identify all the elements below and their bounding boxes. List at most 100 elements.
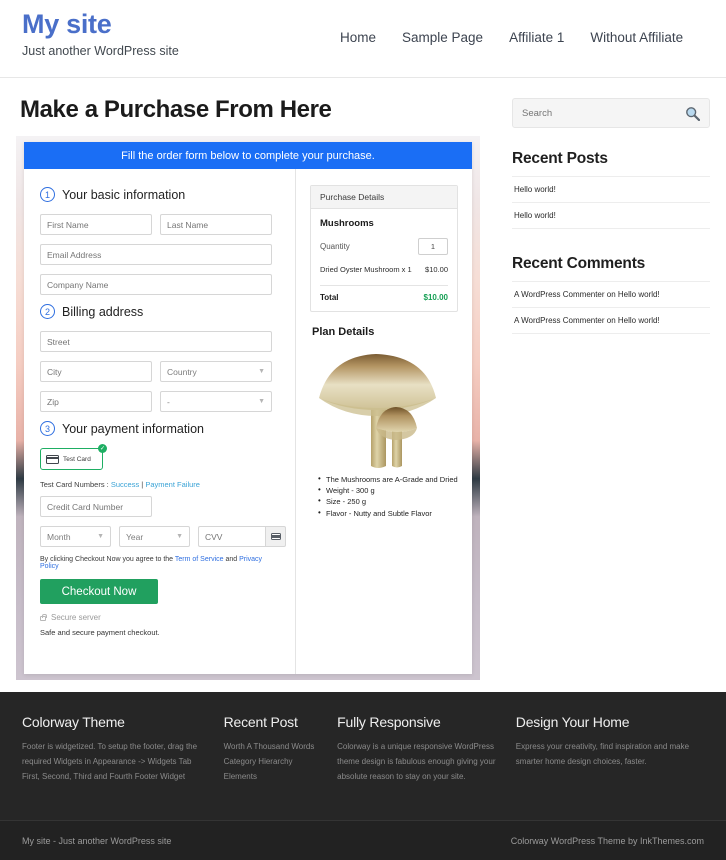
order-form-background: Fill the order form below to complete yo…: [16, 136, 480, 680]
recent-comment-item[interactable]: A WordPress Commenter on Hello world!: [512, 281, 710, 307]
credit-card-icon: [270, 533, 281, 540]
secure-server-note: Secure server: [40, 613, 279, 622]
secure-server-label: Secure server: [51, 613, 101, 622]
step-1-number: 1: [40, 187, 55, 202]
nav-item-affiliate-1[interactable]: Affiliate 1: [509, 30, 564, 45]
step-3-number: 3: [40, 421, 55, 436]
terms-mid: and: [223, 556, 240, 563]
site-header: My site Just another WordPress site Home…: [0, 0, 726, 78]
step-3-label: Your payment information: [62, 421, 204, 436]
order-form-card: Fill the order form below to complete yo…: [24, 142, 472, 674]
country-select-value: Country: [167, 366, 197, 377]
recent-post-item[interactable]: Hello world!: [512, 176, 710, 202]
footer-column-title: Design Your Home: [515, 714, 630, 730]
test-failure-link[interactable]: Payment Failure: [145, 480, 200, 489]
recent-posts-title: Recent Posts: [512, 150, 608, 167]
month-select[interactable]: Month ▼: [40, 526, 111, 547]
nav-item-home[interactable]: Home: [340, 30, 376, 45]
year-select[interactable]: Year ▼: [119, 526, 190, 547]
last-name-input[interactable]: [160, 214, 272, 235]
test-success-link[interactable]: Success: [111, 480, 139, 489]
recent-posts-list: Hello world! Hello world!: [512, 176, 710, 229]
credit-card-row: [40, 496, 279, 517]
site-title: My site: [22, 9, 112, 39]
recent-post-item[interactable]: Hello world!: [512, 202, 710, 229]
safe-checkout-note: Safe and secure payment checkout.: [40, 628, 160, 637]
order-body: 1 Your basic information First Name Last…: [24, 169, 472, 674]
email-input[interactable]: [40, 244, 272, 265]
search-input[interactable]: [522, 107, 685, 119]
purchase-details-heading: Purchase Details: [311, 186, 457, 209]
plan-bullet: Weight - 300 g: [318, 484, 458, 496]
nav-item-without-affiliate[interactable]: Without Affiliate: [590, 30, 683, 45]
lock-icon: [40, 614, 47, 621]
cvv-input[interactable]: [198, 526, 265, 547]
plan-bullet: Size - 250 g: [318, 495, 458, 507]
order-banner: Fill the order form below to complete yo…: [24, 142, 472, 169]
footer-recent-post-list: Worth A Thousand Words Category Hierarch…: [224, 739, 324, 785]
test-card-numbers: Test Card Numbers : Success | Payment Fa…: [40, 480, 279, 489]
purchase-details-box: Purchase Details Mushrooms Quantity Drie…: [310, 185, 458, 312]
terms-text: By clicking Checkout Now you agree to th…: [40, 556, 279, 570]
recent-comment-item[interactable]: A WordPress Commenter on Hello world!: [512, 307, 710, 334]
test-numbers-prefix: Test Card Numbers :: [40, 480, 111, 489]
year-select-value: Year: [126, 531, 144, 542]
footer-list-item[interactable]: Category Hierarchy: [224, 754, 324, 769]
footer-column-text: Footer is widgetized. To setup the foote…: [22, 742, 198, 782]
footer-bottom-bar: My site - Just another WordPress site Co…: [0, 820, 726, 860]
company-row: [40, 274, 279, 295]
footer-credit[interactable]: Colorway WordPress Theme by InkThemes.co…: [511, 836, 704, 846]
street-row: [40, 331, 279, 352]
credit-card-number-input[interactable]: [40, 496, 152, 517]
test-card-option[interactable]: Test Card ✓: [40, 444, 107, 470]
main-navigation: Home Sample Page Affiliate 1 Without Aff…: [340, 30, 683, 45]
company-input[interactable]: [40, 274, 272, 295]
city-input[interactable]: [40, 361, 152, 382]
footer-list-item[interactable]: Worth A Thousand Words: [224, 739, 324, 754]
country-select[interactable]: Country ▼: [160, 361, 272, 382]
footer-column-design-your-home: Design Your Home Express your creativity…: [516, 714, 704, 820]
name-row: [40, 214, 279, 235]
checkout-now-button[interactable]: Checkout Now: [40, 579, 158, 604]
state-select[interactable]: - ▼: [160, 391, 272, 412]
product-name: Mushrooms: [320, 218, 374, 229]
step-billing-address: 2 Billing address: [40, 304, 279, 319]
quantity-input[interactable]: [418, 238, 448, 255]
site-tagline: Just another WordPress site: [22, 43, 179, 58]
step-payment-information: 3 Your payment information: [40, 421, 279, 436]
footer-column-title: Recent Post: [223, 714, 298, 730]
recent-comments-list: A WordPress Commenter on Hello world! A …: [512, 281, 710, 334]
search-widget: [512, 98, 710, 128]
nav-item-sample-page[interactable]: Sample Page: [402, 30, 483, 45]
footer-list-item[interactable]: Elements: [224, 769, 324, 784]
email-row: [40, 244, 279, 265]
order-form-right: Purchase Details Mushrooms Quantity Drie…: [296, 169, 472, 674]
first-name-input[interactable]: [40, 214, 152, 235]
brand[interactable]: My site Just another WordPress site: [22, 0, 179, 58]
quantity-row: Quantity: [320, 238, 448, 255]
search-icon[interactable]: [685, 106, 700, 121]
terms-of-service-link[interactable]: Term of Service: [175, 556, 224, 563]
plan-bullet-list: The Mushrooms are A-Grade and Dried Weig…: [318, 473, 458, 519]
page-title: Make a Purchase From Here: [20, 96, 332, 123]
step-2-label: Billing address: [62, 304, 144, 319]
line-item-row: Dried Oyster Mushroom x 1 $10.00: [320, 265, 448, 276]
cvv-help-button[interactable]: [265, 526, 286, 547]
footer-column-recent-post: Recent Post Worth A Thousand Words Categ…: [224, 714, 338, 820]
step-1-label: Your basic information: [62, 187, 186, 202]
divider: [320, 284, 448, 286]
cvv-group: [198, 526, 286, 547]
check-circle-icon: ✓: [98, 444, 107, 453]
quantity-label: Quantity: [320, 242, 350, 251]
sidebar: Recent Posts Hello world! Hello world! R…: [500, 78, 726, 692]
footer-column-text: Express your creativity, find inspiratio…: [515, 742, 690, 767]
chevron-down-icon: ▼: [176, 533, 183, 540]
zip-input[interactable]: [40, 391, 152, 412]
footer-column-title: Fully Responsive: [337, 714, 441, 730]
step-2-number: 2: [40, 304, 55, 319]
footer-credit-link[interactable]: Colorway WordPress Theme by InkThemes.co…: [511, 836, 704, 846]
order-form-left: 1 Your basic information First Name Last…: [24, 169, 296, 674]
line-item-price: $10.00: [425, 265, 448, 274]
street-input[interactable]: [40, 331, 272, 352]
